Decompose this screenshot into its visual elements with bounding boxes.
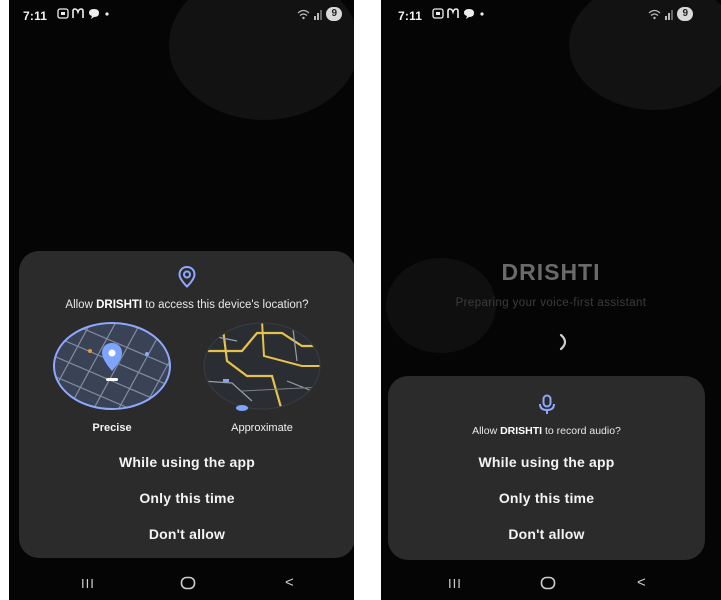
screenshot-icon	[432, 8, 444, 19]
prompt-app-name: DRISHTI	[96, 299, 143, 311]
status-notification-icons	[57, 8, 111, 19]
phone-screen-audio: 7:11 9 DRISHTI Preparing your voice-firs…	[381, 0, 721, 600]
m-app-icon	[72, 8, 84, 18]
recents-button[interactable]: III	[448, 576, 462, 591]
location-permission-dialog: Allow DRISHTI to access this device's lo…	[19, 251, 354, 558]
loading-subtitle: Preparing your voice-first assistant	[455, 297, 647, 309]
precise-map-icon	[53, 322, 171, 410]
audio-prompt: Allow DRISHTI to record audio?	[388, 425, 705, 437]
dot-icon	[105, 12, 109, 16]
status-time: 7:11	[23, 9, 48, 23]
only-this-time-button[interactable]: Only this time	[19, 490, 354, 506]
dont-allow-button[interactable]: Don't allow	[388, 526, 705, 542]
navigation-bar: III <	[9, 568, 354, 600]
screenshot-icon	[57, 8, 69, 19]
app-brand-title: DRISHTI	[501, 259, 601, 285]
prompt-suffix: to access this device's location?	[142, 299, 309, 311]
location-prompt: Allow DRISHTI to access this device's lo…	[19, 299, 354, 311]
wifi-icon	[649, 9, 661, 19]
prompt-suffix: to record audio?	[542, 425, 621, 437]
navigation-bar: III <	[381, 568, 721, 600]
status-bar: 7:11 9	[9, 0, 354, 28]
status-bar: 7:11 9	[381, 0, 721, 28]
home-button-icon[interactable]	[180, 576, 196, 590]
precise-label: Precise	[92, 422, 132, 434]
while-using-app-button[interactable]: While using the app	[19, 454, 354, 470]
home-button-icon[interactable]	[540, 576, 556, 590]
m-app-icon	[447, 8, 459, 18]
microphone-icon	[538, 394, 555, 414]
prompt-prefix: Allow	[65, 299, 97, 311]
signal-icon	[314, 9, 323, 20]
status-time: 7:11	[398, 9, 423, 23]
precise-option[interactable]: Precise	[51, 321, 173, 434]
battery-indicator: 9	[326, 7, 342, 21]
battery-indicator: 9	[677, 7, 693, 21]
recents-button[interactable]: III	[81, 576, 95, 591]
dot-icon	[480, 12, 484, 16]
status-notification-icons	[432, 8, 486, 19]
loading-spinner-icon	[559, 333, 567, 351]
while-using-app-button[interactable]: While using the app	[388, 454, 705, 470]
approximate-option[interactable]: Approximate	[200, 321, 324, 434]
status-right: 9	[648, 7, 693, 21]
audio-permission-dialog: Allow DRISHTI to record audio? While usi…	[388, 376, 705, 560]
phone-screen-location: 7:11 9 Allow DRISHTI to access this devi…	[9, 0, 354, 600]
dont-allow-button[interactable]: Don't allow	[19, 526, 354, 542]
back-button[interactable]: <	[285, 574, 294, 591]
back-button[interactable]: <	[637, 574, 646, 591]
approximate-label: Approximate	[231, 422, 293, 434]
prompt-app-name: DRISHTI	[500, 425, 543, 437]
chat-bubble-icon	[89, 9, 99, 19]
approximate-map-icon	[203, 322, 321, 411]
prompt-prefix: Allow	[472, 425, 501, 437]
signal-icon	[665, 9, 674, 20]
only-this-time-button[interactable]: Only this time	[388, 490, 705, 506]
wifi-icon	[298, 9, 310, 19]
chat-bubble-icon	[464, 9, 474, 19]
location-icon	[178, 265, 196, 288]
status-right: 9	[297, 7, 342, 21]
